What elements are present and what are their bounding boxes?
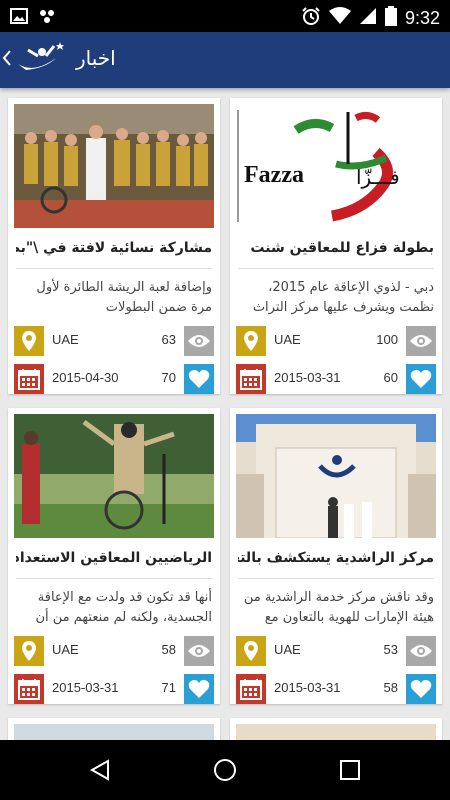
nav-home-button[interactable] [205, 755, 245, 785]
heart-icon[interactable] [406, 674, 436, 704]
news-card[interactable]: الرياضيين المعاقين الاستعداد لبطو... أنه… [8, 408, 220, 704]
news-description: وقد ناقش مركز خدمة الراشدية من هيئة الإم… [243, 590, 434, 625]
location-label: UAE [52, 642, 79, 657]
meta-row: 2015-03-31 58 [236, 674, 436, 704]
news-description: وإضافة لعبة الريشة الطائرة لأول مرة ضمن … [36, 280, 212, 315]
calendar-icon [14, 674, 44, 704]
location-label: UAE [274, 642, 301, 657]
date-label: 2015-03-31 [274, 370, 341, 385]
image-logo-text: Fazza [244, 162, 304, 188]
heart-icon[interactable] [184, 674, 214, 704]
news-description: أنها قد تكون قد ولدت مع الإعاقة الجسدية،… [35, 590, 213, 625]
divider [238, 578, 434, 579]
image-logo-text-ar: فـــزّا [356, 165, 400, 189]
meta-row: UAE 58 [14, 636, 214, 666]
likes-count: 58 [383, 680, 398, 695]
news-grid: Fazza فـــزّا بطولة فزاع للمعاقين شنت دب… [0, 88, 450, 740]
nav-recents-button[interactable] [330, 755, 370, 785]
news-card[interactable]: Fazza فـــزّا بطولة فزاع للمعاقين شنت دب… [230, 98, 442, 394]
meta-row: 2015-03-31 71 [14, 674, 214, 704]
views-count: 58 [161, 642, 176, 657]
calendar-icon [14, 364, 44, 394]
views-count: 53 [383, 642, 398, 657]
meta-row: 2015-04-30 70 [14, 364, 214, 394]
divider [238, 268, 434, 269]
status-bar: 9:32 [0, 0, 450, 32]
news-image [236, 724, 436, 740]
app-bar: اخبار [0, 32, 450, 88]
news-title: الرياضيين المعاقين الاستعداد لبطو... [16, 550, 212, 566]
divider [16, 578, 212, 579]
news-title: بطولة فزاع للمعاقين شنت [250, 240, 434, 256]
calendar-icon [236, 364, 266, 394]
status-time: 9:32 [404, 7, 440, 28]
eye-icon [184, 326, 214, 356]
date-label: 2015-03-31 [274, 680, 341, 695]
page-title: اخبار [76, 46, 116, 70]
likes-count: 71 [161, 680, 176, 695]
divider [16, 268, 212, 269]
location-icon [14, 636, 44, 666]
meta-row: UAE 63 [14, 326, 214, 356]
back-triangle-icon [89, 759, 109, 781]
news-title: مركز الراشدية يستكشف بالتعاون ... [238, 550, 434, 566]
news-image [14, 414, 214, 538]
back-button[interactable] [2, 32, 74, 88]
news-card[interactable]: مركز الراشدية يستكشف بالتعاون ... وقد نا… [230, 408, 442, 704]
system-nav-bar [0, 740, 450, 800]
recents-square-icon [340, 760, 360, 780]
views-count: 63 [161, 332, 176, 347]
meta-row: UAE 53 [236, 636, 436, 666]
news-image [236, 414, 436, 538]
battery-icon [384, 6, 397, 30]
news-image [14, 104, 214, 228]
news-image: Fazza فـــزّا [236, 104, 436, 228]
signal-icon [359, 7, 377, 29]
news-card[interactable] [8, 718, 220, 740]
news-description: دبي - لذوي الإعاقة عام 2015، نظمت ويشرف … [252, 280, 434, 315]
app-logo [16, 38, 68, 82]
location-icon [236, 326, 266, 356]
views-count: 100 [376, 332, 398, 347]
meta-row: UAE 100 [236, 326, 436, 356]
location-icon [14, 326, 44, 356]
image-notification-icon [10, 7, 28, 29]
news-card[interactable]: مشاركة نسائية لافتة في \"بطولا... وإضافة… [8, 98, 220, 394]
calendar-icon [236, 674, 266, 704]
location-icon [236, 636, 266, 666]
eye-icon [184, 636, 214, 666]
app-notification-icon [38, 7, 56, 29]
eye-icon [406, 636, 436, 666]
news-title: مشاركة نسائية لافتة في \"بطولا... [16, 240, 212, 256]
date-label: 2015-03-31 [52, 680, 119, 695]
location-label: UAE [274, 332, 301, 347]
date-label: 2015-04-30 [52, 370, 119, 385]
likes-count: 60 [383, 370, 398, 385]
news-card[interactable] [230, 718, 442, 740]
heart-icon[interactable] [406, 364, 436, 394]
nav-back-button[interactable] [80, 755, 120, 785]
location-label: UAE [52, 332, 79, 347]
wifi-icon [328, 7, 351, 29]
news-image [14, 724, 214, 740]
heart-icon[interactable] [184, 364, 214, 394]
likes-count: 70 [161, 370, 176, 385]
eye-icon [406, 326, 436, 356]
home-circle-icon [214, 759, 236, 781]
chevron-left-icon [2, 49, 12, 71]
alarm-icon [301, 6, 321, 30]
meta-row: 2015-03-31 60 [236, 364, 436, 394]
